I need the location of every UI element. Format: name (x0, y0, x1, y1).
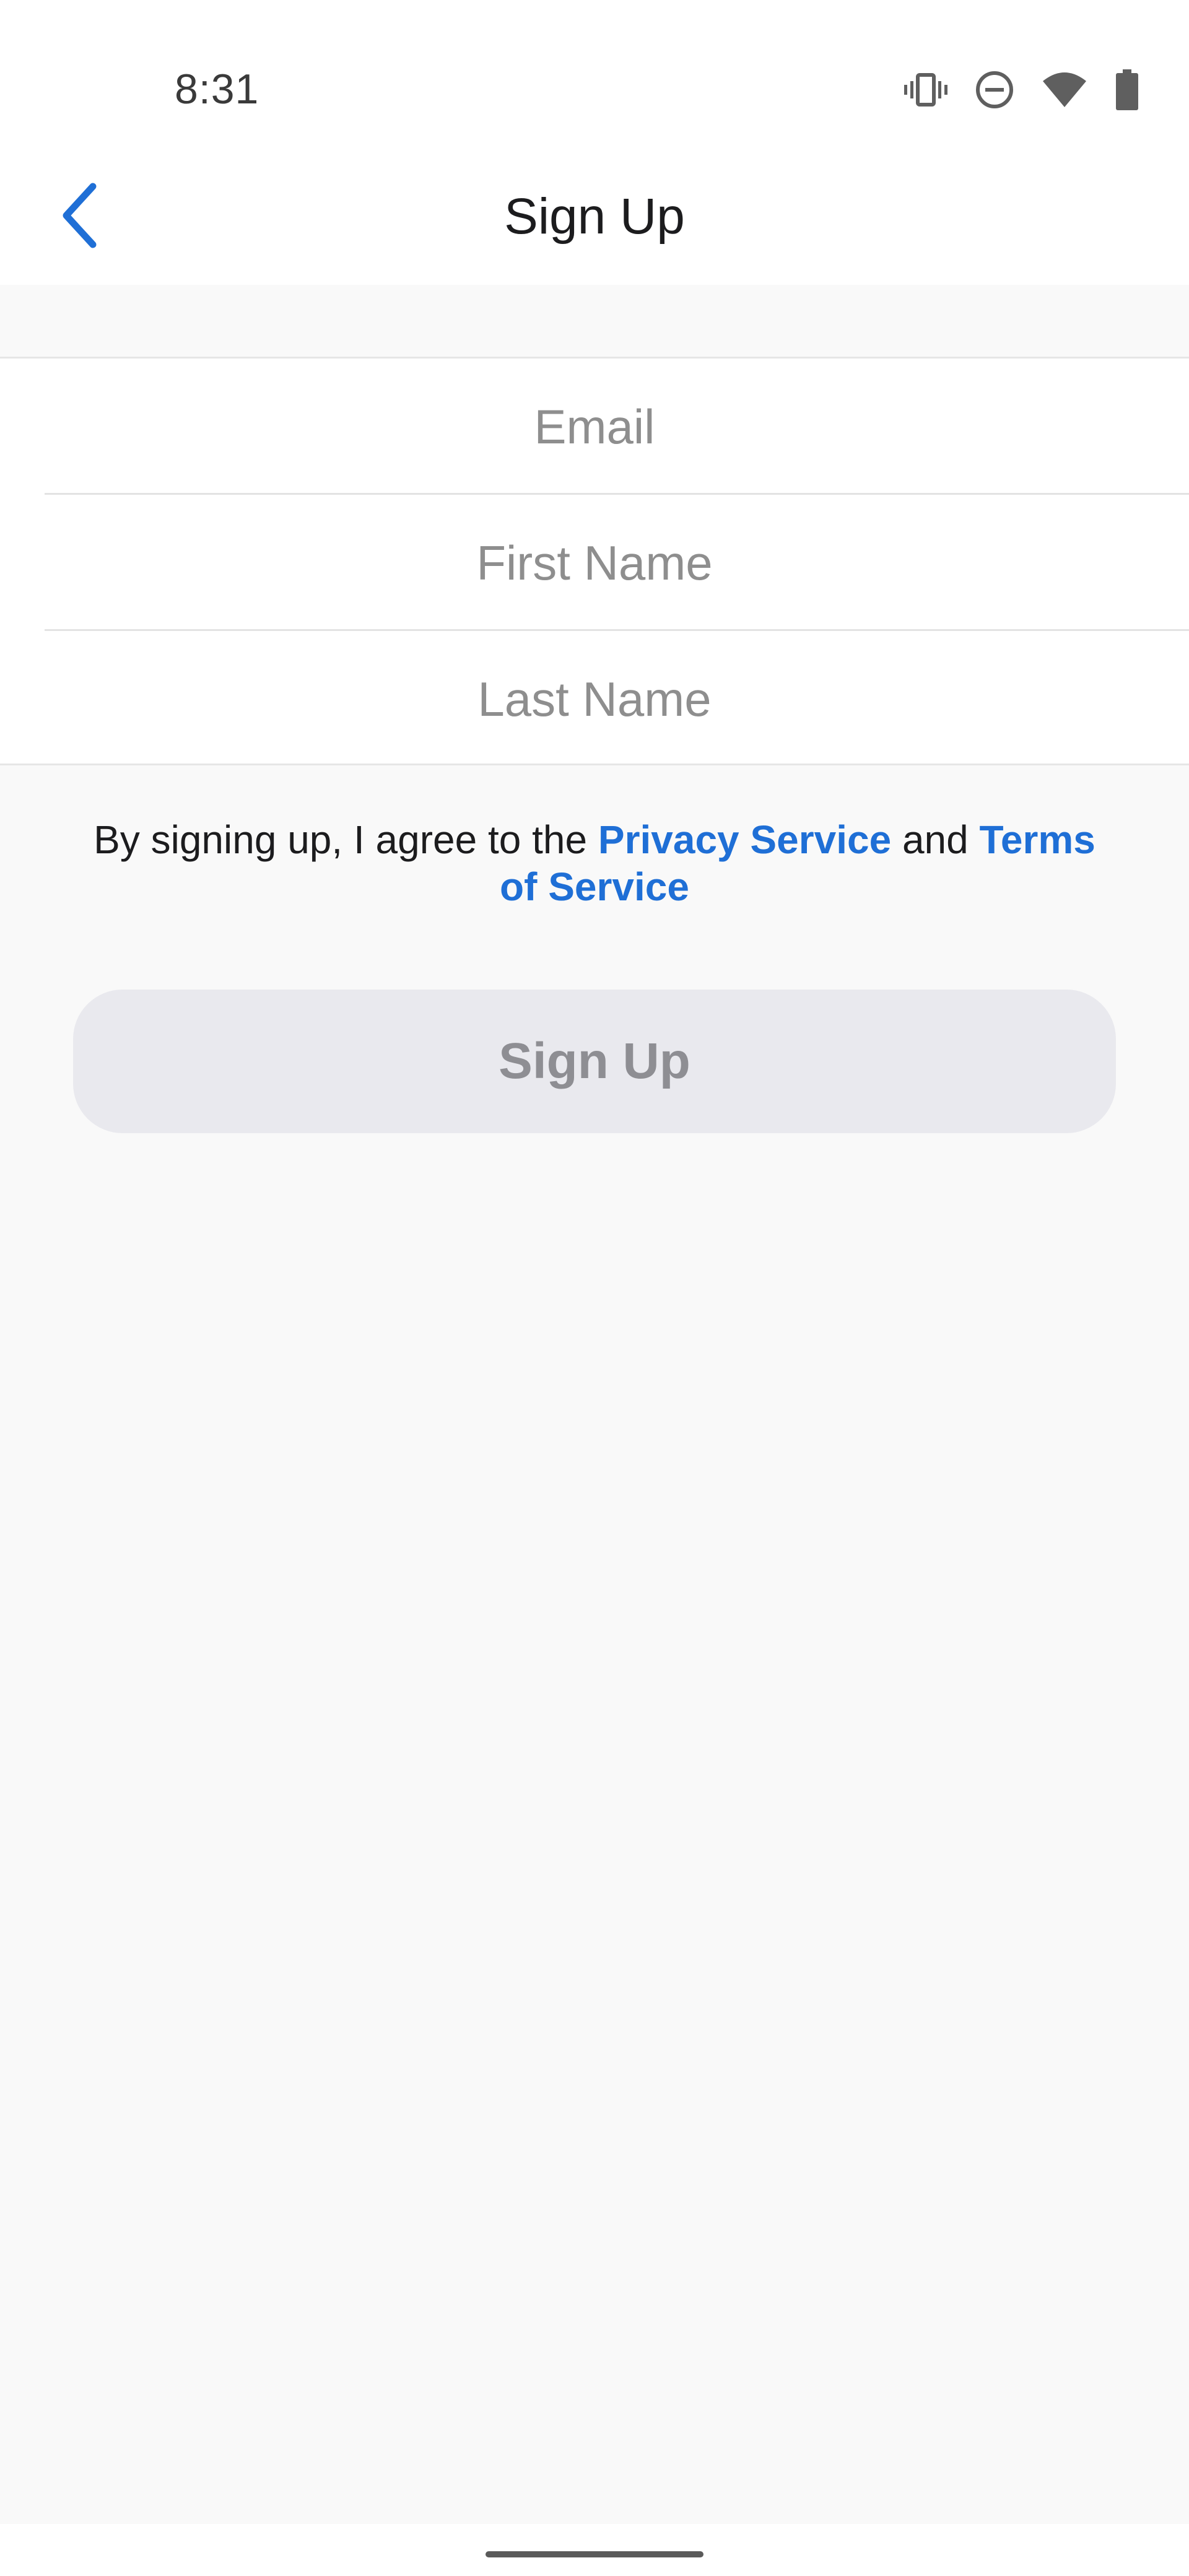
last-name-field[interactable] (0, 631, 1189, 767)
signup-form (0, 357, 1189, 767)
first-name-row (0, 495, 1189, 631)
page-title: Sign Up (504, 188, 685, 245)
do-not-disturb-icon (975, 70, 1014, 110)
status-bar: 8:31 (0, 0, 1189, 186)
status-time: 8:31 (175, 66, 259, 113)
agreement-prefix: By signing up, I agree to the (94, 817, 598, 862)
nav-bar: Sign Up (0, 183, 1189, 285)
home-bar (0, 2524, 1189, 2576)
home-indicator[interactable] (486, 2551, 703, 2557)
email-row (0, 359, 1189, 495)
status-icons (904, 69, 1139, 110)
email-field[interactable] (0, 359, 1189, 495)
last-name-row (0, 631, 1189, 767)
battery-icon (1115, 69, 1139, 110)
sign-up-button[interactable]: Sign Up (73, 990, 1116, 1133)
wifi-icon (1042, 71, 1087, 108)
vibrate-icon (904, 71, 947, 108)
agreement-text: By signing up, I agree to the Privacy Se… (74, 816, 1115, 910)
agreement-middle: and (891, 817, 980, 862)
first-name-field[interactable] (0, 495, 1189, 631)
privacy-service-link[interactable]: Privacy Service (598, 817, 891, 862)
